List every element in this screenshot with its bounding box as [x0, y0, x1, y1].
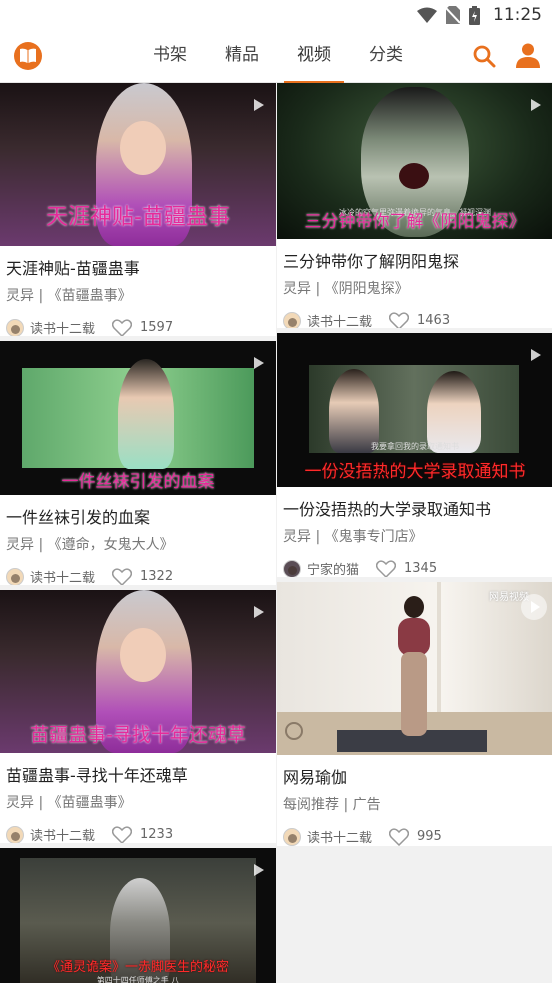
status-time: 11:25	[493, 5, 542, 25]
avatar	[6, 825, 24, 843]
video-card[interactable]: 冰冷的空气里弥漫着诡异的气息，凝视深渊 三分钟带你了解《阴阳鬼探》 三分钟带你了…	[277, 83, 552, 328]
author-name: 宁家的猫	[307, 563, 360, 577]
avatar	[6, 567, 24, 585]
author-row: 读书十二载 995	[277, 815, 552, 846]
author-name: 读书十二载	[307, 831, 373, 846]
play-icon	[254, 99, 264, 111]
author-name: 读书十二载	[30, 829, 96, 843]
video-meta: 灵异 | 《遵命，女鬼大人》	[6, 537, 174, 553]
video-title: 三分钟带你了解阴阳鬼探	[283, 252, 460, 271]
heart-icon[interactable]	[376, 559, 397, 578]
heart-icon[interactable]	[389, 311, 410, 329]
video-meta: 灵异 | 《苗疆蛊事》	[6, 795, 132, 811]
avatar	[283, 559, 301, 577]
author-row: 读书十二载 1233	[0, 813, 276, 843]
no-sim-icon	[446, 6, 460, 24]
book-logo-icon[interactable]	[14, 42, 42, 70]
video-caption: 三分钟带你了解《阴阳鬼探》	[304, 212, 526, 232]
like-count: 1597	[140, 320, 174, 335]
like-count: 1233	[140, 827, 174, 842]
main-tabs: 书架 精品 视频 分类	[134, 30, 422, 84]
video-caption: 一件丝袜引发的血案	[61, 472, 215, 492]
video-thumbnail[interactable]: 我要拿回我的录取通知书 一份没捂热的大学录取通知书	[277, 333, 552, 487]
heart-icon[interactable]	[112, 567, 133, 586]
play-icon	[254, 864, 264, 876]
play-icon	[521, 594, 547, 620]
author-name: 读书十二载	[30, 322, 96, 336]
avatar	[283, 827, 301, 846]
heart-icon[interactable]	[389, 827, 410, 846]
video-title: 网易瑜伽	[283, 768, 348, 787]
like-count: 1345	[404, 561, 438, 576]
video-meta: 灵异 | 《阴阳鬼探》	[283, 281, 409, 297]
video-subcaption: 第四十四任师傅之手 八	[96, 976, 180, 983]
top-nav: 书架 精品 视频 分类	[0, 30, 552, 84]
video-caption: 天涯神贴-苗疆蛊事	[46, 205, 230, 230]
tab-bookshelf[interactable]: 书架	[134, 30, 206, 83]
video-column-left: 天涯神贴-苗疆蛊事 天涯神贴-苗疆蛊事 灵异 | 《苗疆蛊事》 读书十二载 15…	[0, 83, 276, 983]
video-thumbnail[interactable]: 冰冷的空气里弥漫着诡异的气息，凝视深渊 三分钟带你了解《阴阳鬼探》	[277, 83, 552, 239]
search-icon[interactable]	[472, 44, 496, 68]
video-card[interactable]: 天涯神贴-苗疆蛊事 天涯神贴-苗疆蛊事 灵异 | 《苗疆蛊事》 读书十二载 15…	[0, 83, 276, 336]
video-thumbnail[interactable]: 苗疆蛊事-寻找十年还魂草	[0, 590, 276, 753]
play-icon	[531, 349, 541, 361]
video-subcaption: 我要拿回我的录取通知书	[371, 442, 459, 451]
video-thumbnail[interactable]: 天涯神贴-苗疆蛊事	[0, 83, 276, 246]
heart-icon[interactable]	[112, 825, 133, 844]
video-card[interactable]: 一件丝袜引发的血案 一件丝袜引发的血案 灵异 | 《遵命，女鬼大人》 读书十二载…	[0, 341, 276, 585]
like-count: 995	[417, 829, 442, 844]
video-card[interactable]: 我要拿回我的录取通知书 一份没捂热的大学录取通知书 一份没捂热的大学录取通知书 …	[277, 333, 552, 577]
author-row: 读书十二载 1322	[0, 555, 276, 585]
author-row: 读书十二载 1463	[277, 299, 552, 328]
user-profile-icon[interactable]	[515, 42, 541, 68]
heart-icon[interactable]	[112, 318, 133, 337]
avatar	[6, 318, 24, 336]
video-caption: 一份没捂热的大学录取通知书	[304, 462, 526, 482]
brand-logo-icon	[285, 722, 303, 740]
like-count: 1322	[140, 569, 174, 584]
wifi-icon	[417, 7, 437, 23]
video-column-right: 冰冷的空气里弥漫着诡异的气息，凝视深渊 三分钟带你了解《阴阳鬼探》 三分钟带你了…	[277, 83, 552, 851]
tab-video[interactable]: 视频	[278, 30, 350, 84]
video-title: 一份没捂热的大学录取通知书	[283, 500, 492, 519]
video-thumbnail[interactable]: 《通灵诡案》一赤脚医生的秘密 第四十四任师傅之手 八	[0, 848, 276, 983]
play-icon	[254, 606, 264, 618]
video-thumbnail[interactable]: 网易视频	[277, 582, 552, 755]
battery-icon	[469, 5, 480, 25]
video-title: 一件丝袜引发的血案	[6, 508, 151, 527]
author-name: 读书十二载	[30, 571, 96, 585]
status-bar: 11:25	[0, 0, 552, 30]
video-card[interactable]: 《通灵诡案》一赤脚医生的秘密 第四十四任师傅之手 八	[0, 848, 276, 983]
play-icon	[531, 99, 541, 111]
tab-category[interactable]: 分类	[350, 30, 422, 83]
avatar	[283, 311, 301, 328]
tab-featured[interactable]: 精品	[206, 30, 278, 83]
video-title: 天涯神贴-苗疆蛊事	[6, 259, 140, 278]
video-caption: 苗疆蛊事-寻找十年还魂草	[30, 724, 246, 746]
video-card-ad[interactable]: 网易视频 网易瑜伽 每阅推荐 | 广告 读书十二载 995	[277, 582, 552, 846]
video-meta: 每阅推荐 | 广告	[283, 797, 381, 813]
author-row: 宁家的猫 1345	[277, 547, 552, 577]
video-caption: 《通灵诡案》一赤脚医生的秘密	[46, 960, 229, 975]
play-icon	[254, 357, 264, 369]
author-name: 读书十二载	[307, 315, 373, 328]
video-title: 苗疆蛊事-寻找十年还魂草	[6, 766, 188, 785]
author-row: 读书十二载 1597	[0, 306, 276, 336]
like-count: 1463	[417, 313, 451, 328]
video-card[interactable]: 苗疆蛊事-寻找十年还魂草 苗疆蛊事-寻找十年还魂草 灵异 | 《苗疆蛊事》 读书…	[0, 590, 276, 843]
video-meta: 灵异 | 《苗疆蛊事》	[6, 288, 132, 304]
video-thumbnail[interactable]: 一件丝袜引发的血案	[0, 341, 276, 495]
video-meta: 灵异 | 《鬼事专门店》	[283, 529, 423, 545]
